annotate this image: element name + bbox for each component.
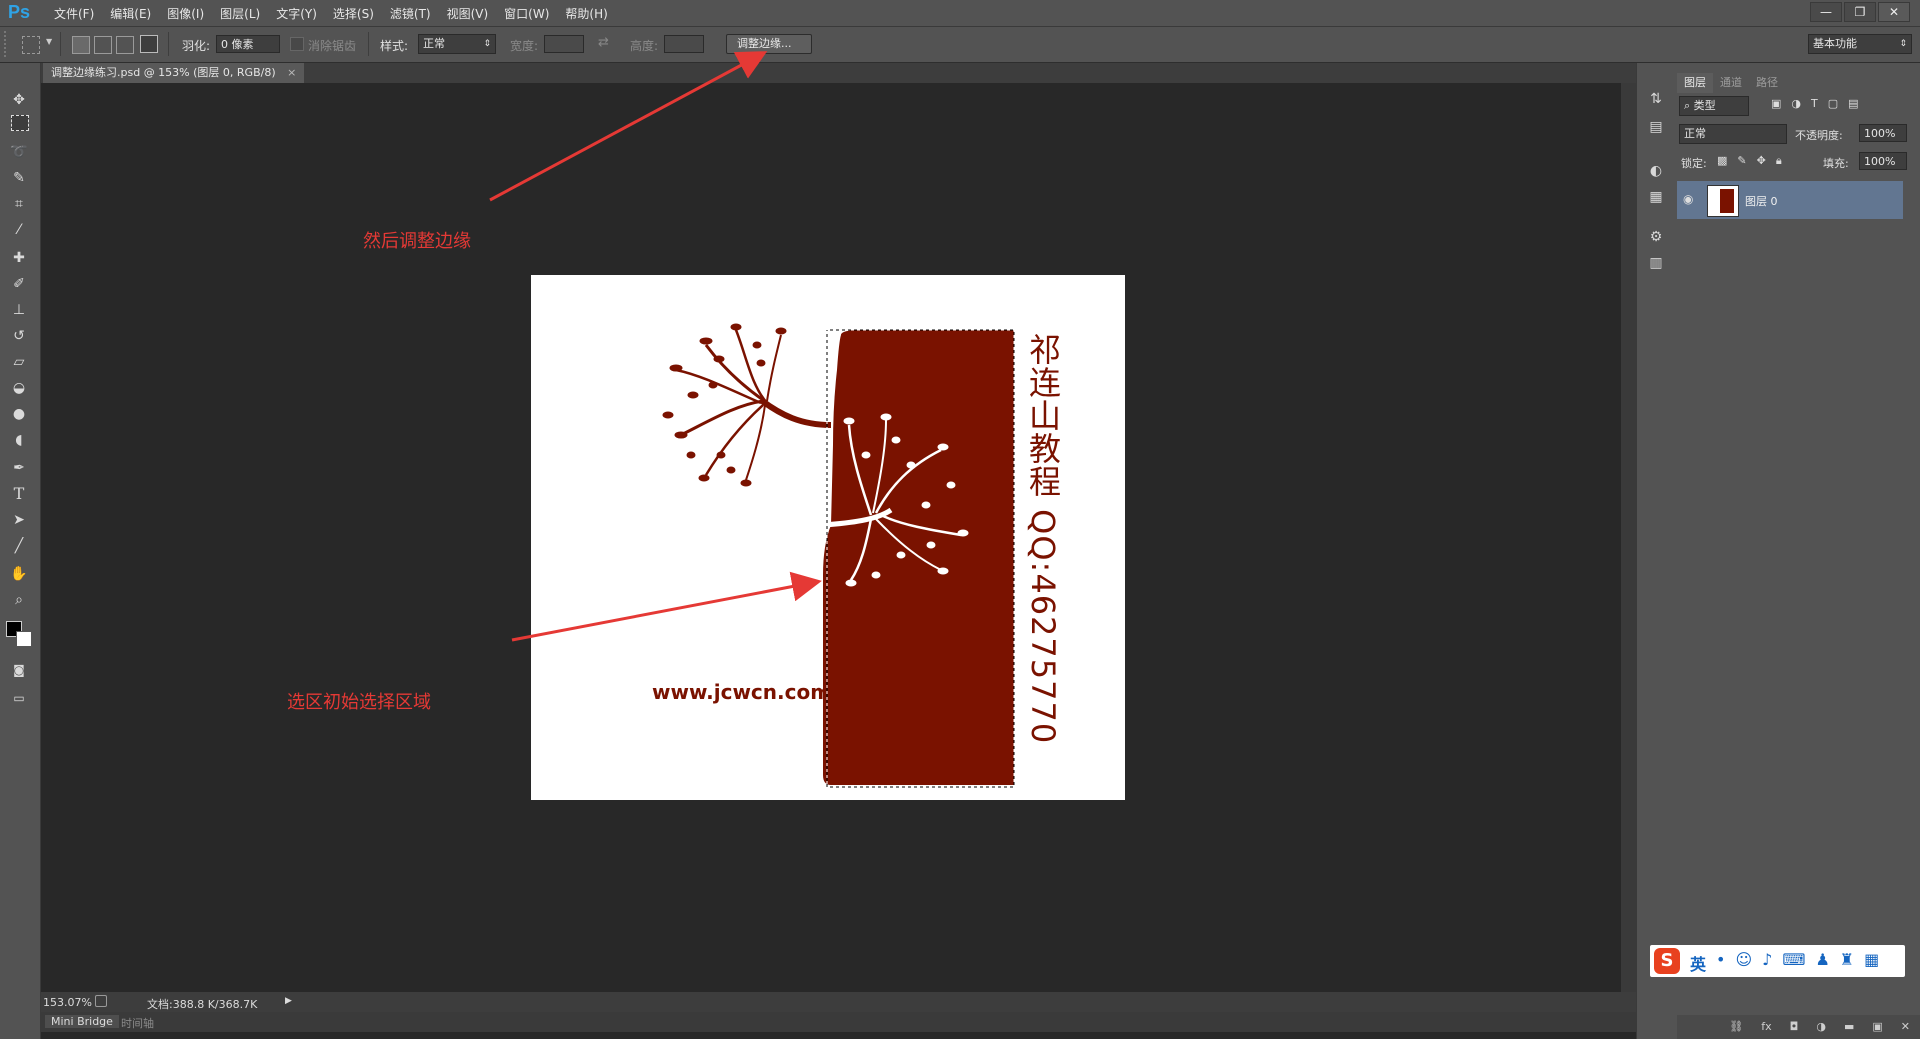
tab-paths[interactable]: 路径 [1749, 73, 1785, 93]
arrow-to-refine-edge [489, 51, 768, 202]
filter-icons: ▣ ◑ T ▢ ▤ [1771, 97, 1859, 110]
link-layers-icon[interactable]: ⛓ [1729, 1015, 1743, 1039]
tab-mini-bridge[interactable]: Mini Bridge [45, 1015, 119, 1028]
history-icon[interactable]: ⇅ [1646, 89, 1666, 109]
delete-layer-icon[interactable]: ✕ [1901, 1015, 1910, 1039]
layer-row[interactable]: ◉ 图层 0 [1677, 181, 1903, 219]
microphone-icon[interactable]: ♪ [1762, 950, 1772, 969]
opacity-input[interactable]: 100% [1859, 124, 1907, 142]
lock-position-icon[interactable]: ✥ [1757, 154, 1766, 168]
tab-layers[interactable]: 图层 [1677, 73, 1713, 93]
annotation-refine-edge: 然后调整边缘 [363, 231, 471, 252]
layers-panel: 图层 通道 路径 ⌕ 类型 ▣ ◑ T ▢ ▤ 正常 不透明度: 100% 锁定… [1677, 63, 1920, 1039]
tab-channels[interactable]: 通道 [1713, 73, 1749, 93]
smart-object-filter-icon[interactable]: ▤ [1848, 97, 1858, 110]
annotation-arrows [489, 51, 822, 642]
user-icon[interactable]: ♟ [1815, 950, 1829, 969]
new-layer-icon[interactable]: ▣ [1872, 1015, 1882, 1039]
document-size: 文档:388.8 K/368.7K [147, 998, 258, 1011]
blend-mode-select[interactable]: 正常 [1679, 124, 1787, 144]
new-adjustment-icon[interactable]: ◑ [1816, 1015, 1826, 1039]
ime-toolbar: S 英 • ☺ ♪ ⌨ ♟ ♜ ▦ [1650, 945, 1905, 977]
status-bar: 153.07% 文档:388.8 K/368.7K ▶ [41, 992, 1636, 1012]
layer-thumbnail-content [1720, 189, 1734, 213]
lock-all-icon[interactable]: 🔒︎ [1776, 154, 1782, 168]
ime-language[interactable]: 英 [1690, 951, 1706, 975]
ime-icons: • ☺ ♪ ⌨ ♟ ♜ ▦ [1716, 950, 1879, 969]
status-menu-arrow-icon[interactable]: ▶ [285, 996, 292, 1006]
layer-style-icon[interactable]: fx [1761, 1015, 1771, 1039]
bottom-panel-tabs: Mini Bridge 时间轴 [41, 1012, 1636, 1032]
fill-input[interactable]: 100% [1859, 152, 1907, 170]
layer-name[interactable]: 图层 0 [1745, 193, 1778, 209]
type-filter-icon[interactable]: T [1811, 97, 1818, 110]
lock-pixels-icon[interactable]: ✎ [1737, 154, 1746, 168]
properties-icon[interactable]: ▤ [1646, 117, 1666, 137]
doc-info-icon[interactable] [95, 995, 107, 1007]
keyboard-icon[interactable]: ⌨ [1782, 950, 1805, 969]
emoji-icon[interactable]: ☺ [1735, 950, 1752, 969]
panel-icon-strip: ⇅ ▤ ◐ ▦ ⚙ ▥ [1636, 63, 1678, 1039]
styles-icon[interactable]: ▦ [1646, 187, 1666, 207]
new-group-icon[interactable]: ▬ [1844, 1015, 1854, 1039]
lock-transparency-icon[interactable]: ▩ [1717, 154, 1727, 168]
color-icon[interactable]: ◐ [1646, 161, 1666, 181]
panel-tabs: 图层 通道 路径 [1677, 73, 1785, 93]
layer-thumbnail [1707, 185, 1739, 217]
punctuation-icon[interactable]: • [1716, 950, 1725, 969]
blend-mode-value: 正常 [1684, 127, 1706, 140]
annotation-initial-selection: 选区初始选择区域 [287, 692, 431, 713]
opacity-label: 不透明度: [1795, 129, 1843, 142]
search-icon: ⌕ [1684, 99, 1691, 112]
pixel-filter-icon[interactable]: ▣ [1771, 97, 1781, 110]
shape-filter-icon[interactable]: ▢ [1828, 97, 1838, 110]
skin-icon[interactable]: ♜ [1840, 950, 1854, 969]
adjustment-filter-icon[interactable]: ◑ [1791, 97, 1801, 110]
adjustments-icon[interactable]: ⚙ [1646, 227, 1666, 247]
lock-label: 锁定: [1681, 157, 1707, 170]
zoom-level[interactable]: 153.07% [43, 996, 92, 1009]
swatches-icon[interactable]: ▥ [1646, 253, 1666, 273]
sogou-logo-icon[interactable]: S [1654, 948, 1680, 974]
tab-timeline[interactable]: 时间轴 [121, 1015, 154, 1031]
layers-footer: ⛓ fx ◘ ◑ ▬ ▣ ✕ [1677, 1015, 1920, 1039]
toolbox-icon[interactable]: ▦ [1864, 950, 1879, 969]
arrow-to-selection [511, 571, 822, 642]
lock-icons: ▩ ✎ ✥ 🔒︎ [1717, 154, 1782, 168]
layer-filter-select[interactable]: ⌕ 类型 [1679, 96, 1749, 116]
add-mask-icon[interactable]: ◘ [1790, 1015, 1799, 1039]
layer-filter-value: 类型 [1693, 99, 1716, 112]
fill-label: 填充: [1823, 157, 1849, 170]
visibility-eye-icon[interactable]: ◉ [1683, 192, 1693, 206]
